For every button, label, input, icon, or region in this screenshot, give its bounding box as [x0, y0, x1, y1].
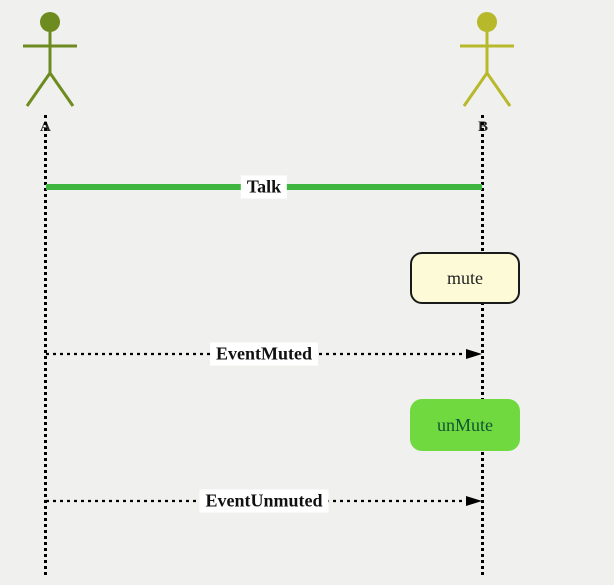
actor-a-icon: [15, 8, 85, 108]
sequence-diagram: A B Talk mute EventMuted unMute EventUnm…: [0, 0, 614, 585]
message-talk-label: Talk: [241, 176, 287, 199]
actor-a: [10, 8, 90, 108]
node-unmute-label: unMute: [437, 415, 493, 436]
event-muted-label: EventMuted: [210, 343, 318, 366]
actor-b: [447, 8, 527, 108]
actor-b-icon: [452, 8, 522, 108]
event-unmuted-label: EventUnmuted: [199, 490, 328, 513]
node-unmute: unMute: [410, 399, 520, 451]
node-mute-label: mute: [447, 268, 483, 289]
node-mute: mute: [410, 252, 520, 304]
